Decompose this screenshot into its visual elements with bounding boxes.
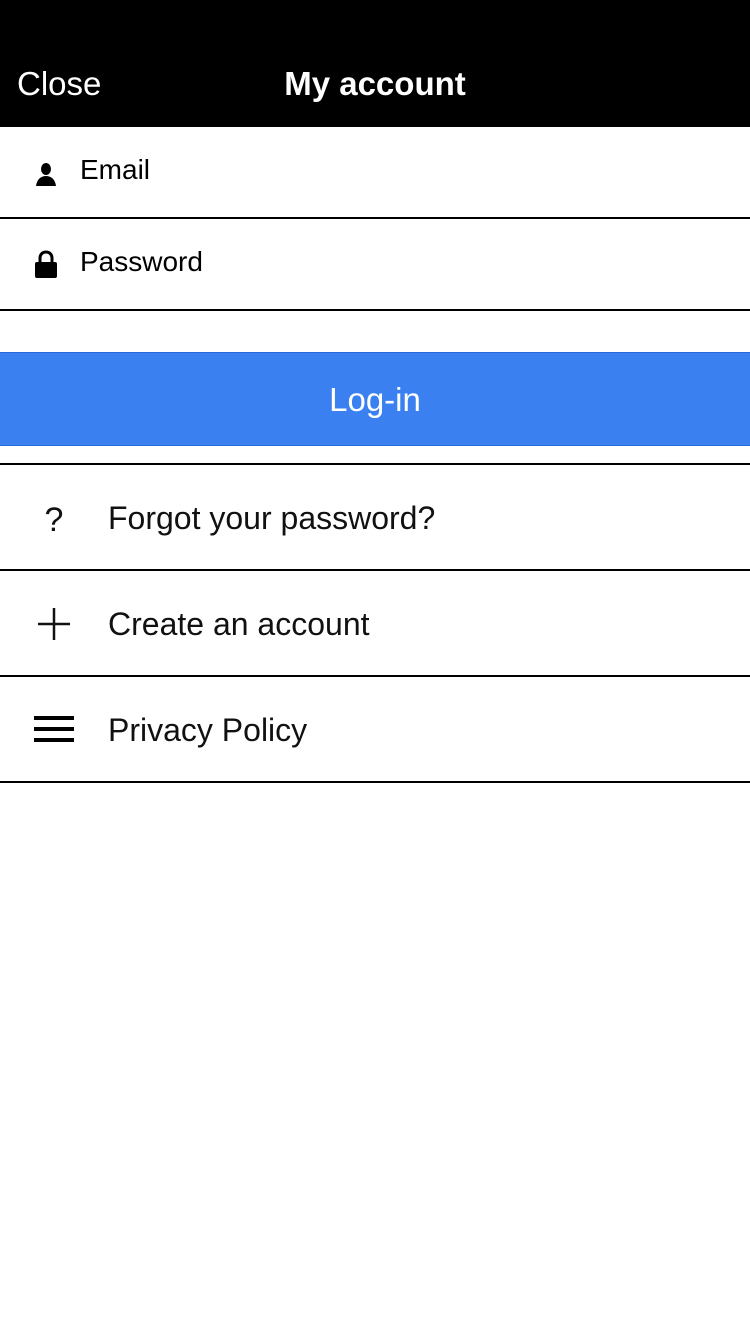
menu-item-label: Forgot your password? [108,500,436,536]
question-icon: ? [45,501,64,539]
menu-item-label: Privacy Policy [108,712,308,748]
menu-lines-icon [34,716,74,742]
lock-icon [35,250,57,278]
menu-item-label: Create an account [108,606,370,642]
email-field[interactable]: Email [0,127,750,219]
page-title: My account [284,65,466,102]
plus-icon [38,608,70,640]
forgot-password-row[interactable]: ? Forgot your password? [0,465,750,571]
email-placeholder: Email [80,154,151,185]
navigation-bar: Close My account [0,0,750,127]
privacy-policy-row[interactable]: Privacy Policy [0,677,750,783]
password-placeholder: Password [80,246,203,277]
person-icon [36,163,56,186]
create-account-row[interactable]: Create an account [0,571,750,677]
svg-text:?: ? [45,501,64,539]
login-button[interactable]: Log-in [0,352,750,446]
password-field[interactable]: Password [0,219,750,311]
